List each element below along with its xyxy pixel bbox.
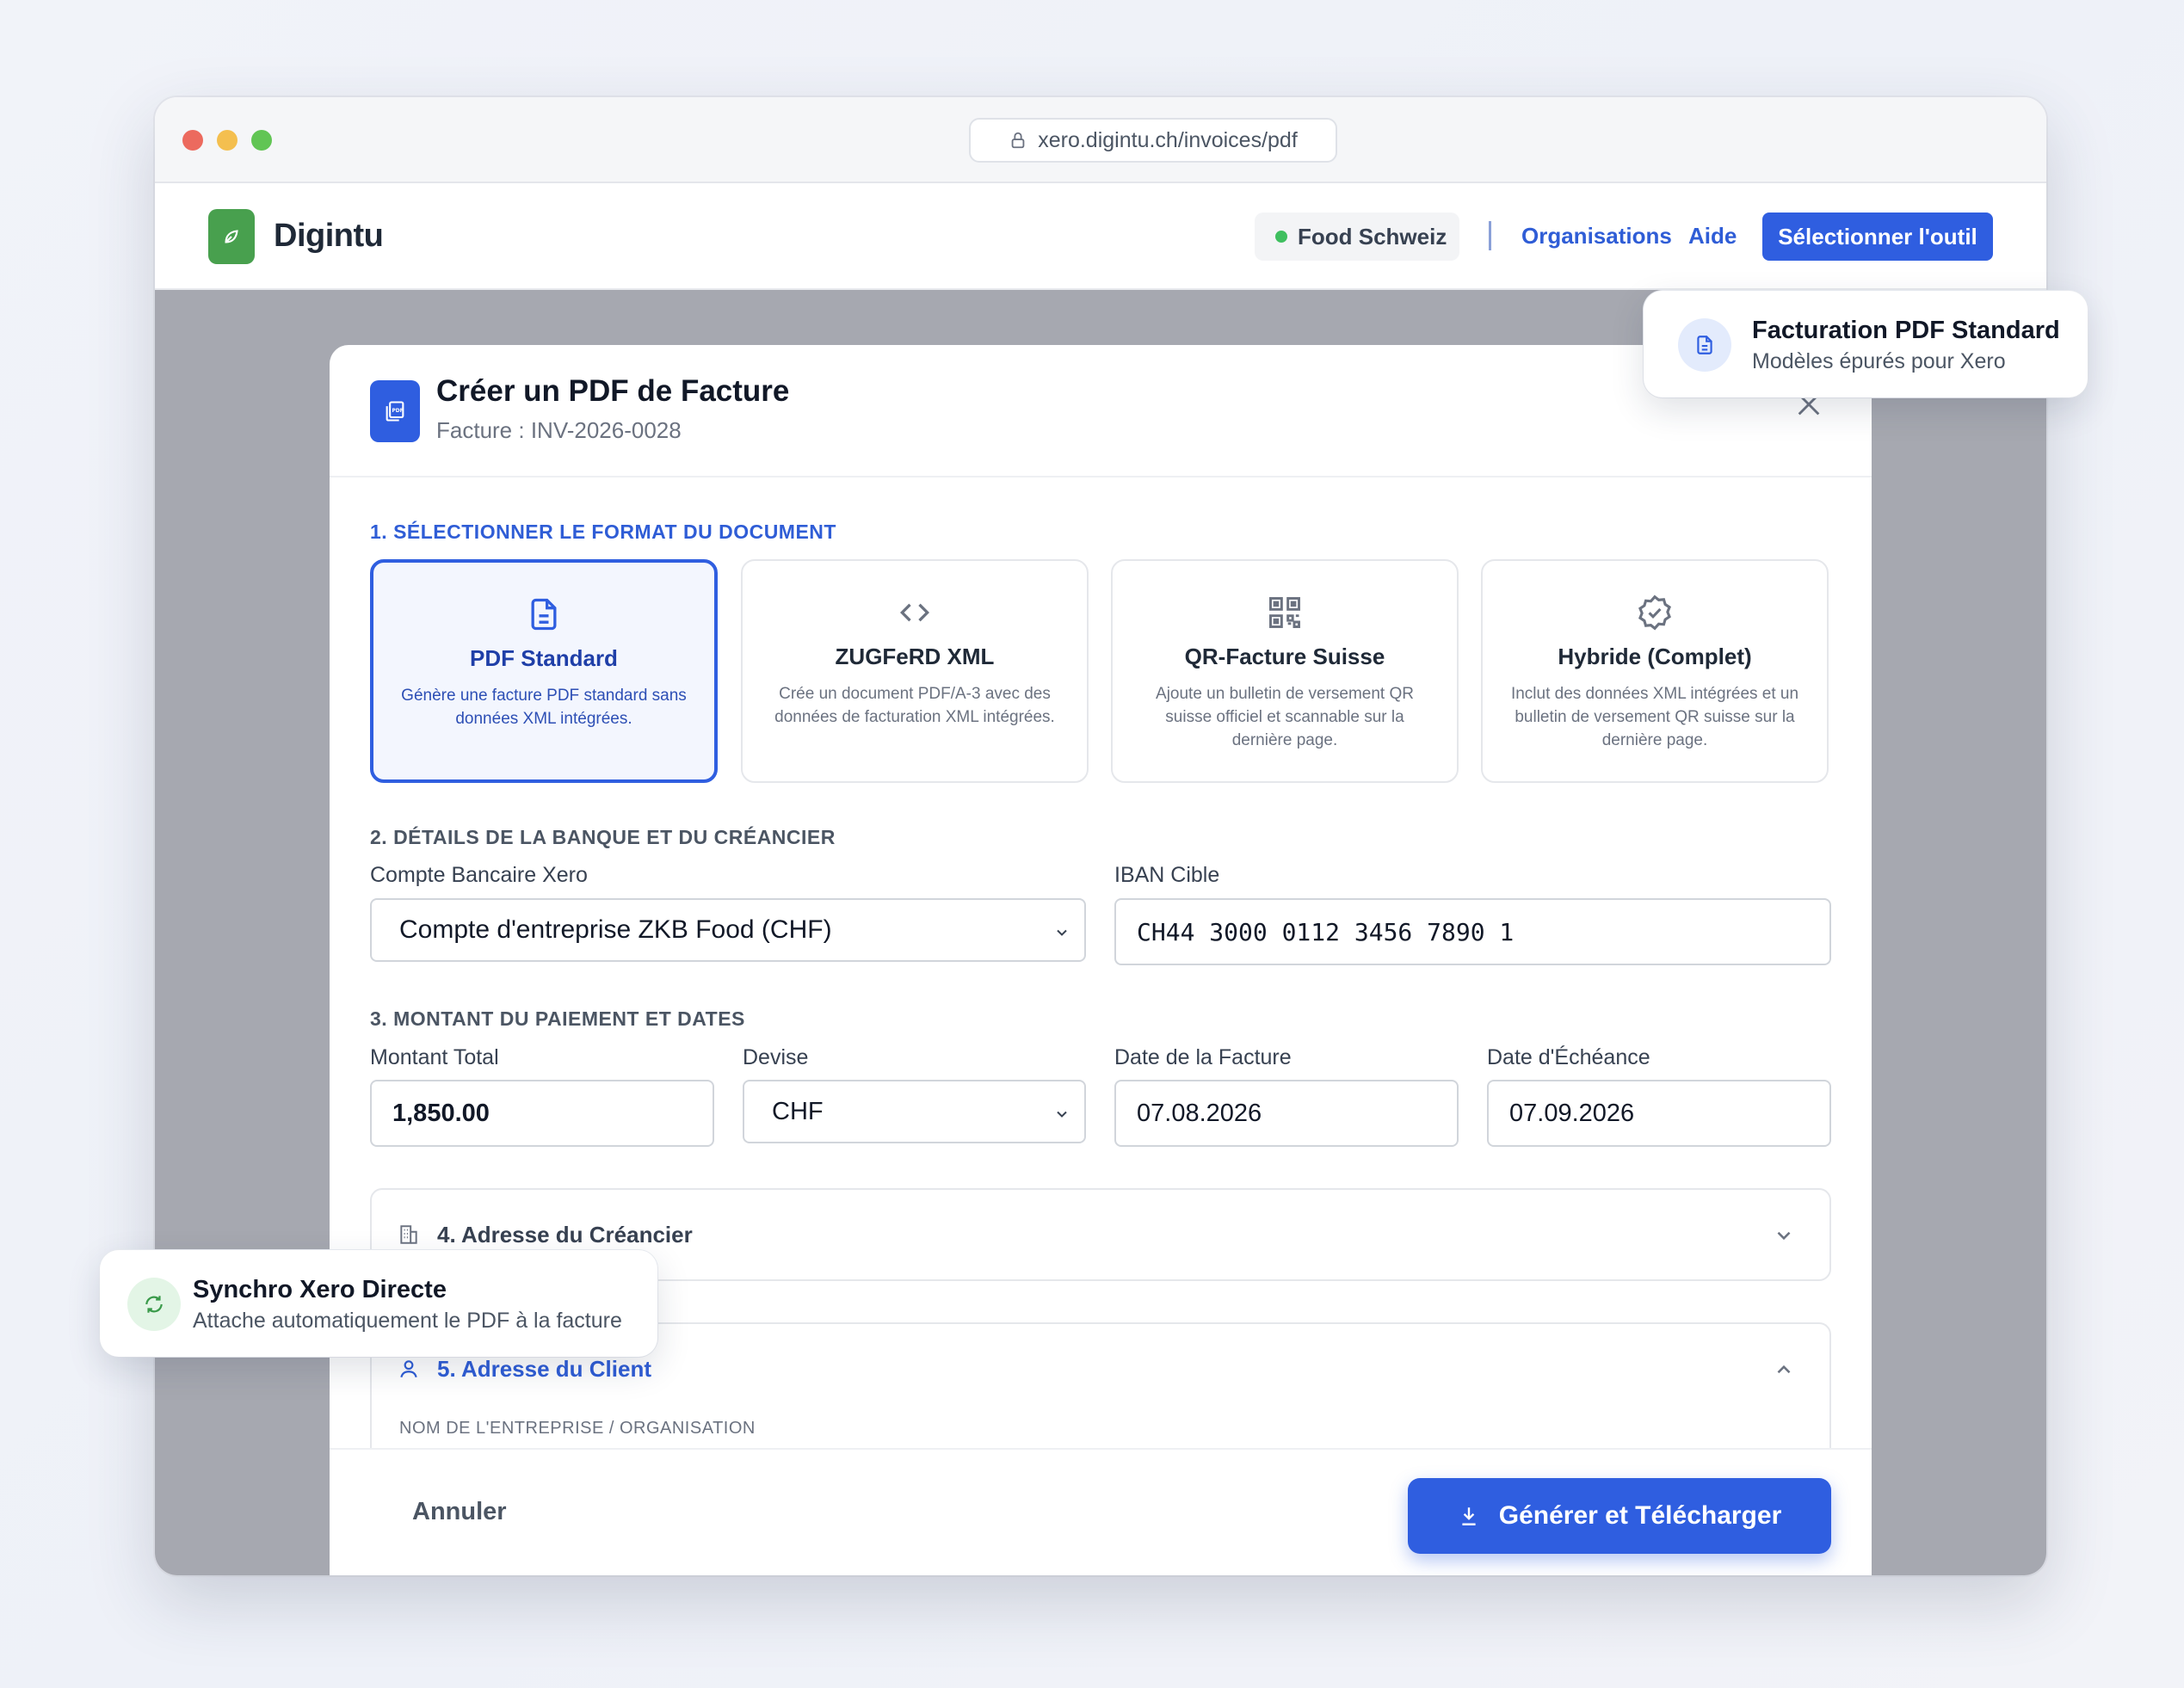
code-icon [899,603,930,622]
building-icon [400,1225,417,1244]
nav-link-organisations[interactable]: Organisations [1521,223,1672,250]
browser-titlebar: xero.digintu.ch/invoices/pdf [155,97,2046,183]
accordion-title: 5. Adresse du Client [437,1355,651,1382]
invoice-number: Facture : INV-2026-0028 [436,417,682,443]
section-format-title: 1. Sélectionner le format du document [370,521,836,543]
document-icon [1678,318,1731,372]
bank-account-select[interactable]: Compte d'entreprise ZKB Food (CHF) [370,898,1086,962]
format-card-hybride[interactable]: Hybride (Complet) Inclut des données XML… [1481,559,1829,783]
feature-subtitle: Attache automatiquement le PDF à la fact… [193,1309,622,1333]
window-close-dot[interactable] [182,130,203,151]
window-zoom-dot[interactable] [251,130,272,151]
app-header: Digintu Food Schweiz Organisations Aide … [155,183,2046,290]
document-icon [531,598,557,631]
due-date-label: Date d'Échéance [1487,1045,1650,1069]
brand-logo[interactable] [208,209,255,264]
format-description: Crée un document PDF/A-3 avec des donnée… [774,685,1055,726]
organization-name: Food Schweiz [1298,223,1447,250]
modal-title: Créer un PDF de Facture [436,374,790,408]
currency-label: Devise [743,1045,809,1069]
user-icon [400,1360,417,1378]
window-minimize-dot[interactable] [217,130,238,151]
format-title: Hybride (Complet) [1558,644,1752,669]
amount-label: Montant Total [370,1045,499,1069]
format-title: QR-Facture Suisse [1184,644,1385,669]
format-card-qr-facture[interactable]: QR-Facture Suisse Ajoute un bulletin de … [1111,559,1459,783]
feature-card-pdf-standard: Facturation PDF Standard Modèles épurés … [1644,291,2088,397]
currency-value: CHF [772,1097,824,1125]
feature-subtitle: Modèles épurés pour Xero [1752,349,2006,373]
select-tool-button[interactable]: Sélectionner l'outil [1762,213,1993,261]
format-card-zugferd[interactable]: ZUGFeRD XML Crée un document PDF/A-3 ave… [741,559,1089,783]
organization-badge[interactable]: Food Schweiz [1255,213,1459,261]
chevron-up-icon[interactable] [1773,1358,1795,1381]
status-dot-icon [1275,231,1287,243]
chevron-down-icon [1057,1111,1067,1118]
leaf-icon [225,230,238,243]
chevron-down-icon[interactable] [1773,1224,1795,1247]
badge-check-icon [1638,594,1671,631]
generate-button-label: Générer et Télécharger [1498,1501,1782,1530]
qr-code-icon [1269,597,1300,628]
currency-select[interactable]: CHF [743,1080,1086,1143]
feature-title: Facturation PDF Standard [1752,317,2060,344]
accordion-title: 4. Adresse du Créancier [437,1221,693,1248]
cancel-button[interactable]: Annuler [412,1498,507,1526]
format-title: PDF Standard [470,645,618,671]
amount-input[interactable]: 1,850.00 [370,1080,714,1147]
download-icon [1462,1507,1476,1525]
sync-icon [127,1278,181,1331]
format-description: Génère une facture PDF standard sans don… [401,687,687,728]
address-bar[interactable]: xero.digintu.ch/invoices/pdf [969,118,1337,163]
feature-card-xero-sync: Synchro Xero Directe Attache automatique… [100,1250,657,1357]
section-bank-title: 2. Détails de la banque et du créancier [370,826,836,848]
lock-icon [1011,132,1025,149]
brand-name: Digintu [274,218,384,254]
header-divider [1489,221,1491,250]
bank-account-value: Compte d'entreprise ZKB Food (CHF) [399,915,832,944]
create-pdf-modal: PDF Créer un PDF de Facture Facture : IN… [330,345,1872,1575]
generate-download-button[interactable]: Générer et Télécharger [1408,1478,1831,1554]
modal-divider [330,476,1872,477]
invoice-date-label: Date de la Facture [1114,1045,1292,1069]
url-text: xero.digintu.ch/invoices/pdf [1038,127,1298,152]
company-name-label: NOM DE L'ENTREPRISE / ORGANISATION [399,1419,756,1438]
iban-input[interactable]: CH44 3000 0112 3456 7890 1 [1114,898,1831,965]
svg-text:PDF: PDF [392,409,404,414]
section-amount-title: 3. Montant du paiement et dates [370,1007,745,1030]
format-card-pdf-standard[interactable]: PDF Standard Génère une facture PDF stan… [370,559,718,783]
format-description: Ajoute un bulletin de versement QR suiss… [1156,685,1414,749]
pdf-file-icon: PDF [370,380,420,442]
format-title: ZUGFeRD XML [835,644,995,669]
iban-label: IBAN Cible [1114,863,1220,887]
nav-link-aide[interactable]: Aide [1688,223,1737,250]
invoice-date-input[interactable]: 07.08.2026 [1114,1080,1459,1147]
due-date-input[interactable]: 07.09.2026 [1487,1080,1831,1147]
feature-title: Synchro Xero Directe [193,1276,447,1303]
chevron-down-icon [1057,929,1067,936]
modal-footer: Annuler Générer et Télécharger [330,1448,1872,1575]
bank-account-label: Compte Bancaire Xero [370,863,588,887]
format-description: Inclut des données XML intégrées et un b… [1510,685,1799,749]
